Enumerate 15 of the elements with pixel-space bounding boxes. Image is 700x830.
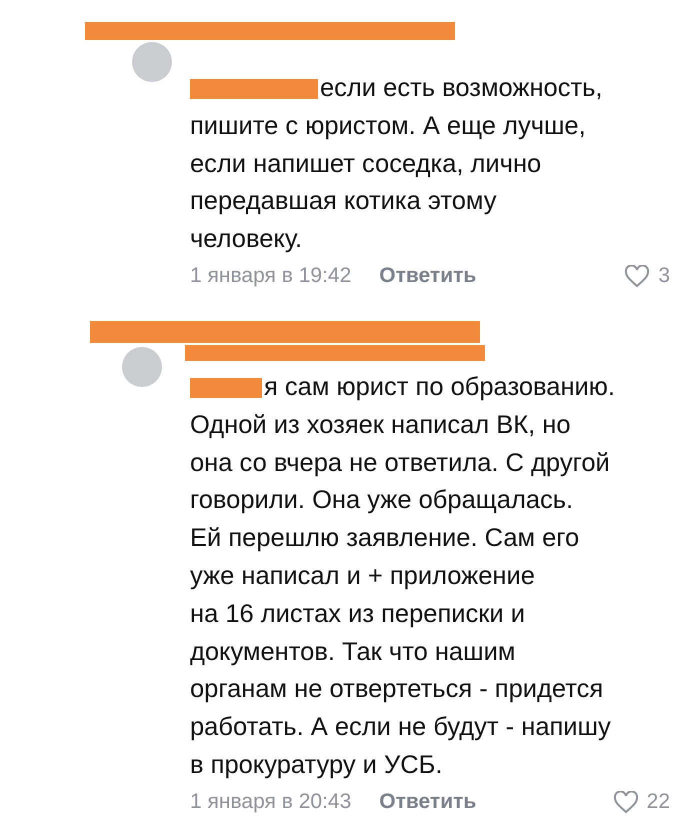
heart-icon[interactable] [624, 264, 650, 288]
like-count: 22 [646, 791, 670, 814]
redaction-mark [190, 378, 262, 398]
avatar[interactable] [132, 42, 172, 82]
comment-text: я сам юрист по образованию. [264, 372, 616, 403]
comment-text: если есть возможность, [320, 73, 603, 104]
reply-link[interactable]: Ответить [379, 791, 476, 814]
avatar[interactable] [122, 346, 162, 387]
comment-text: Одной из хозяек написал ВК, но она со вчера не ответила. С другой говорили. Она уже обращалась. Ей перешлю заявление. Сам его уже написал и + приложение на 16 листах из переписки и документов. Так что нашим органам не отвертеться - придется работать. А если не будут - напишу в прокуратуру и УСБ. [189, 410, 612, 781]
comment-date: 1 января в 20:43 [190, 791, 352, 814]
reply-link[interactable]: Ответить [379, 265, 476, 288]
comment-text: пишите с юристом. А еще лучше, если напишет соседка, лично передавшая котика этому человеку. [189, 110, 587, 256]
heart-icon[interactable] [612, 790, 639, 814]
comment-date: 1 января в 19:42 [190, 265, 352, 288]
like-count: 3 [658, 265, 670, 288]
